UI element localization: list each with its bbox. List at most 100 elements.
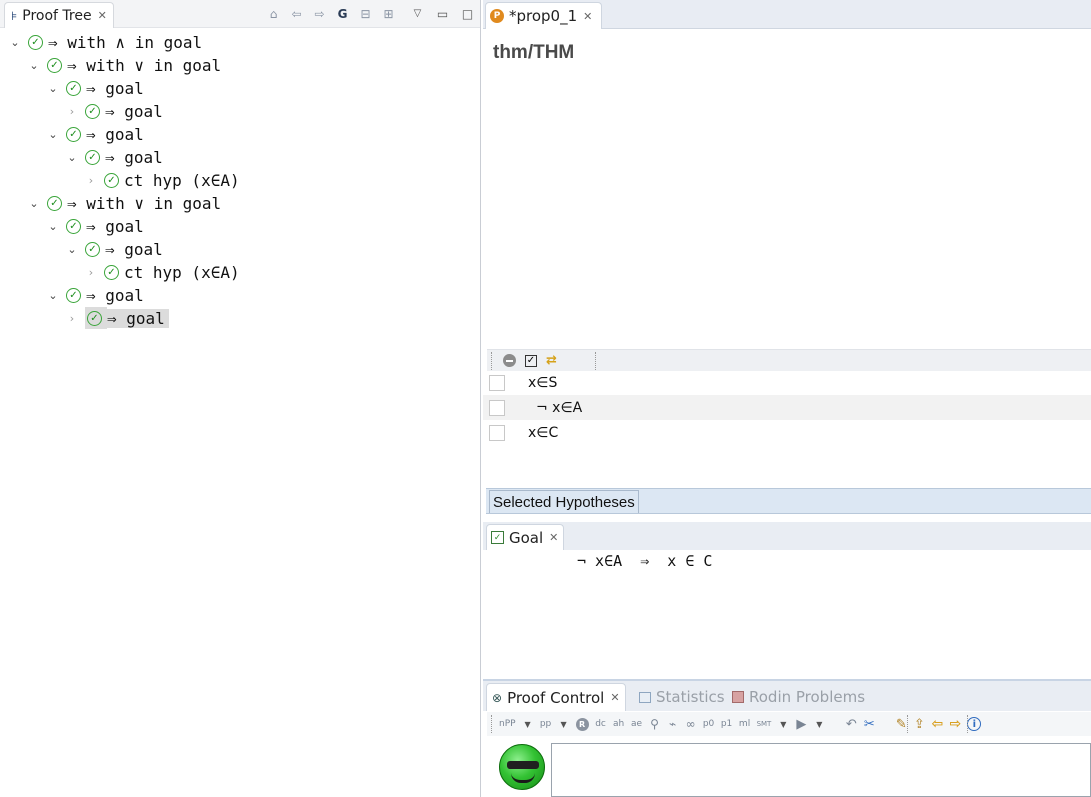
dc-button[interactable]: dc bbox=[595, 719, 607, 729]
expanded-twisty-icon[interactable]: ⌄ bbox=[46, 82, 60, 95]
tree-node[interactable]: ⌄ ✓ ⇒ with ∧ in goal bbox=[8, 31, 202, 53]
remove-hypotheses-icon[interactable] bbox=[503, 354, 516, 367]
npp-button[interactable]: nPP bbox=[499, 719, 516, 729]
hypothesis-checkbox[interactable] bbox=[489, 399, 505, 416]
tree-node-label: ct hyp (x∈A) bbox=[124, 170, 240, 190]
tree-node[interactable]: ⌄ ✓ ⇒ with ∨ in goal bbox=[27, 192, 221, 214]
expanded-twisty-icon[interactable]: ⌄ bbox=[8, 36, 22, 49]
home-icon[interactable]: ⌂ bbox=[264, 4, 283, 23]
minimize-icon[interactable]: ▭ bbox=[433, 4, 452, 23]
expanded-twisty-icon[interactable]: ⌄ bbox=[46, 128, 60, 141]
editor-tab-label: *prop0_1 bbox=[509, 7, 578, 25]
next-icon[interactable]: ⇨ bbox=[949, 716, 961, 732]
info-icon[interactable]: i bbox=[967, 717, 982, 731]
discharged-icon: ✓ bbox=[47, 195, 62, 211]
hypothesis-text[interactable]: ¬ x∈A bbox=[536, 400, 582, 416]
previous-icon[interactable]: ⇦ bbox=[931, 716, 943, 732]
expand-icon[interactable]: ⊞ bbox=[379, 4, 398, 23]
hypothesis-checkbox[interactable] bbox=[489, 424, 505, 441]
undo-icon[interactable]: ↶ bbox=[845, 717, 857, 732]
selected-hypotheses-tab[interactable]: Selected Hypotheses bbox=[489, 490, 639, 513]
maximize-icon[interactable]: □ bbox=[458, 4, 477, 23]
tab-rodin-problems[interactable]: Rodin Problems bbox=[727, 683, 870, 711]
back-icon[interactable]: ⇦ bbox=[287, 4, 306, 23]
proof-control-toolbar: nPP ▼ pp ▼ R dc ah ae ⚲ ⌁ ∞ p0 p1 ml SMT… bbox=[487, 712, 1091, 736]
pp-button[interactable]: pp bbox=[540, 719, 552, 729]
tree-node-label: ⇒ with ∨ in goal bbox=[67, 193, 222, 213]
goal-predicate[interactable]: ¬ x∈A ⇒ x ∈ C bbox=[577, 552, 712, 570]
tree-node-label: ⇒ goal bbox=[105, 239, 163, 259]
proof-tree-tab[interactable]: ⊧ Proof Tree ✕ bbox=[4, 2, 114, 28]
tree-node[interactable]: ⌄ ✓ ⇒ with ∨ in goal bbox=[27, 54, 221, 76]
tree-node[interactable]: › ✓ ⇒ goal bbox=[65, 100, 163, 122]
rodin-problems-icon bbox=[732, 691, 744, 703]
brush-icon[interactable]: ⌁ bbox=[667, 717, 679, 731]
tree-node-label: ⇒ goal bbox=[86, 78, 144, 98]
chevron-down-icon[interactable]: ▼ bbox=[777, 720, 789, 729]
smt-button[interactable]: SMT bbox=[757, 720, 772, 728]
lasso-icon[interactable]: ⚲ bbox=[649, 717, 661, 731]
chevron-down-icon[interactable]: ▼ bbox=[813, 720, 825, 729]
edit-note-icon[interactable]: ✎ bbox=[895, 717, 907, 732]
rewrite-icon[interactable]: ∞ bbox=[685, 717, 697, 731]
chevron-down-icon[interactable]: ▼ bbox=[522, 720, 534, 729]
collapsed-twisty-icon[interactable]: › bbox=[84, 174, 98, 187]
discharged-icon: ✓ bbox=[87, 310, 102, 326]
toolbar-separator bbox=[907, 715, 908, 733]
tree-node[interactable]: ⌄ ✓ ⇒ goal bbox=[65, 146, 163, 168]
tree-node-selected[interactable]: › ✓ ⇒ goal bbox=[65, 307, 169, 329]
close-icon[interactable]: ✕ bbox=[583, 10, 592, 23]
expanded-twisty-icon[interactable]: ⌄ bbox=[46, 220, 60, 233]
tree-node[interactable]: ⌄ ✓ ⇒ goal bbox=[65, 238, 163, 260]
tab-statistics[interactable]: Statistics bbox=[634, 683, 730, 711]
tree-node[interactable]: › ✓ ct hyp (x∈A) bbox=[84, 261, 240, 283]
r-button[interactable]: R bbox=[575, 717, 589, 731]
proof-control-input[interactable] bbox=[551, 743, 1091, 797]
collapsed-twisty-icon[interactable]: › bbox=[84, 266, 98, 279]
tree-node-label: ⇒ goal bbox=[105, 147, 163, 167]
expanded-twisty-icon[interactable]: ⌄ bbox=[46, 289, 60, 302]
expanded-twisty-icon[interactable]: ⌄ bbox=[65, 151, 79, 164]
goal-tab[interactable]: ✓ Goal ✕ bbox=[486, 524, 564, 550]
expanded-twisty-icon[interactable]: ⌄ bbox=[27, 197, 41, 210]
statistics-icon bbox=[639, 691, 651, 703]
tree-node[interactable]: ⌄ ✓ ⇒ goal bbox=[46, 284, 143, 306]
export-icon[interactable]: ⇪ bbox=[913, 717, 925, 732]
collapse-icon[interactable]: ⊟ bbox=[356, 4, 375, 23]
p1-button[interactable]: p1 bbox=[721, 719, 733, 729]
tree-node[interactable]: ⌄ ✓ ⇒ goal bbox=[46, 77, 144, 99]
hypothesis-row: x∈C bbox=[483, 420, 1091, 445]
prune-icon[interactable]: ✂ bbox=[863, 717, 875, 732]
close-icon[interactable]: ✕ bbox=[549, 531, 558, 544]
expanded-twisty-icon[interactable]: ⌄ bbox=[27, 59, 41, 72]
tab-proof-control[interactable]: ⊗ Proof Control ✕ bbox=[486, 683, 626, 711]
run-icon[interactable]: ▶ bbox=[795, 717, 807, 732]
search-hypotheses-icon[interactable]: ⇄ bbox=[546, 353, 557, 368]
hypothesis-checkbox[interactable] bbox=[489, 374, 505, 391]
tree-node[interactable]: ⌄ ✓ ⇒ goal bbox=[46, 215, 143, 237]
expanded-twisty-icon[interactable]: ⌄ bbox=[65, 243, 79, 256]
chevron-down-icon[interactable]: ▼ bbox=[558, 720, 570, 729]
collapsed-twisty-icon[interactable]: › bbox=[65, 312, 79, 325]
view-menu-icon[interactable]: ▽ bbox=[408, 4, 427, 23]
ah-button[interactable]: ah bbox=[613, 719, 625, 729]
collapsed-twisty-icon[interactable]: › bbox=[65, 105, 79, 118]
toolbar-separator bbox=[595, 351, 596, 370]
forward-icon[interactable]: ⇨ bbox=[310, 4, 329, 23]
ml-button[interactable]: ml bbox=[739, 719, 751, 729]
close-icon[interactable]: ✕ bbox=[98, 9, 107, 22]
editor-tab-prop0-1[interactable]: P *prop0_1 ✕ bbox=[485, 2, 602, 29]
ae-button[interactable]: ae bbox=[631, 719, 643, 729]
goal-tabbar: ✓ Goal ✕ bbox=[483, 522, 1091, 550]
p0-button[interactable]: p0 bbox=[703, 719, 715, 729]
toolbar-separator bbox=[967, 715, 968, 733]
hypothesis-text[interactable]: x∈C bbox=[528, 425, 558, 441]
close-icon[interactable]: ✕ bbox=[610, 691, 619, 704]
proof-control-body bbox=[483, 737, 1091, 797]
tree-node[interactable]: ⌄ ✓ ⇒ goal bbox=[46, 123, 143, 145]
select-all-icon[interactable]: ✓ bbox=[525, 354, 537, 367]
tree-node[interactable]: › ✓ ct hyp (x∈A) bbox=[84, 169, 240, 191]
goto-button[interactable]: G bbox=[333, 4, 352, 23]
proof-tree-icon: ⊧ bbox=[11, 8, 18, 23]
hypothesis-text[interactable]: x∈S bbox=[528, 375, 557, 391]
